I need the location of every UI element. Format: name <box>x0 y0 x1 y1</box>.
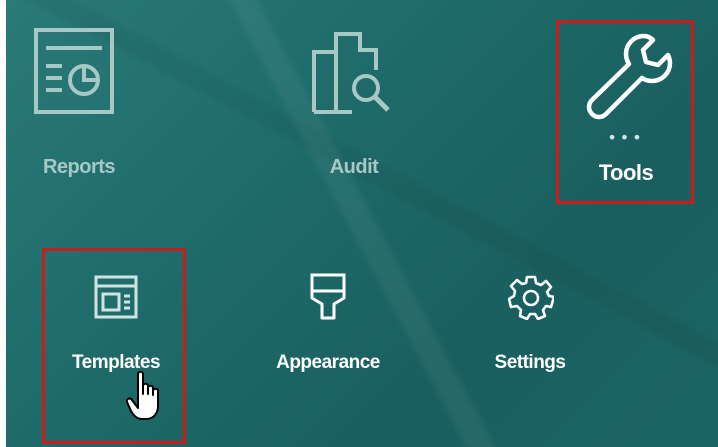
tile-settings[interactable]: Settings <box>470 250 590 410</box>
reports-icon <box>32 26 118 114</box>
tile-appearance[interactable]: Appearance <box>258 250 398 410</box>
screenshot-canvas: Reports Audit ••• Tools Templates Appear… <box>0 0 718 447</box>
tile-audit-label: Audit <box>329 156 379 178</box>
tile-settings-label: Settings <box>494 352 566 373</box>
navigator-panel: Reports Audit ••• Tools Templates Appear… <box>6 0 718 447</box>
templates-highlight-box <box>42 248 186 444</box>
audit-icon <box>306 24 402 116</box>
tile-reports-label: Reports <box>42 156 116 178</box>
appearance-icon <box>308 272 348 322</box>
tile-reports[interactable]: Reports <box>24 22 134 192</box>
tile-audit[interactable]: Audit <box>294 22 414 192</box>
tile-appearance-label: Appearance <box>276 352 380 373</box>
gear-icon <box>508 274 554 320</box>
tools-highlight-box <box>556 20 694 204</box>
